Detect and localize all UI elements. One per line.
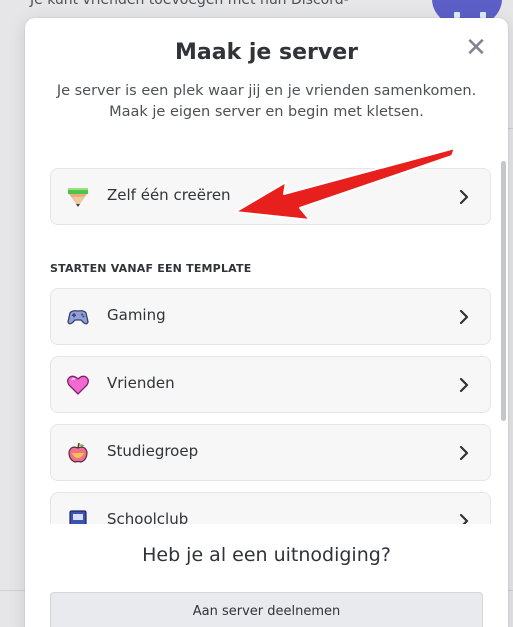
template-option-gaming[interactable]: Gaming [50, 288, 491, 345]
create-own-label: Zelf één creëren [107, 186, 231, 204]
heart-icon [67, 375, 89, 395]
template-label-studiegroep: Studiegroep [107, 442, 199, 460]
modal-footer: Heb je al een uitnodiging? Aan server de… [25, 524, 508, 627]
options-scroll-area[interactable]: Zelf één creëren STARTEN VANAF EEN TEMPL… [25, 148, 508, 524]
background-hint-text: Je kunt vrienden toevoegen met hun Disco… [30, 0, 349, 8]
chevron-right-icon [459, 189, 469, 205]
chevron-right-icon [459, 445, 469, 461]
modal-subtitle: Je server is een plek waar jij en je vri… [56, 83, 477, 120]
chevron-right-icon [459, 309, 469, 325]
create-own-option[interactable]: Zelf één creëren [50, 168, 491, 225]
create-server-modal: ✕ Maak je server Je server is een plek w… [25, 18, 508, 627]
join-server-button[interactable]: Aan server deelnemen [50, 592, 483, 627]
template-option-schoolclub[interactable]: Schoolclub [50, 492, 491, 524]
chevron-right-icon [459, 513, 469, 524]
apple-icon [68, 442, 88, 463]
template-label-vrienden: Vrienden [107, 374, 175, 392]
template-label-gaming: Gaming [107, 306, 166, 324]
template-option-studiegroep[interactable]: Studiegroep [50, 424, 491, 481]
scrollbar[interactable] [501, 161, 506, 421]
book-icon [69, 510, 87, 524]
template-section-label: STARTEN VANAF EEN TEMPLATE [50, 262, 252, 275]
chevron-right-icon [459, 377, 469, 393]
template-option-vrienden[interactable]: Vrienden [50, 356, 491, 413]
gamepad-icon [67, 310, 89, 325]
pencil-icon [68, 188, 88, 207]
template-label-schoolclub: Schoolclub [107, 510, 189, 524]
modal-title: Maak je server [175, 40, 358, 65]
invite-question: Heb je al een uitnodiging? [142, 544, 391, 566]
